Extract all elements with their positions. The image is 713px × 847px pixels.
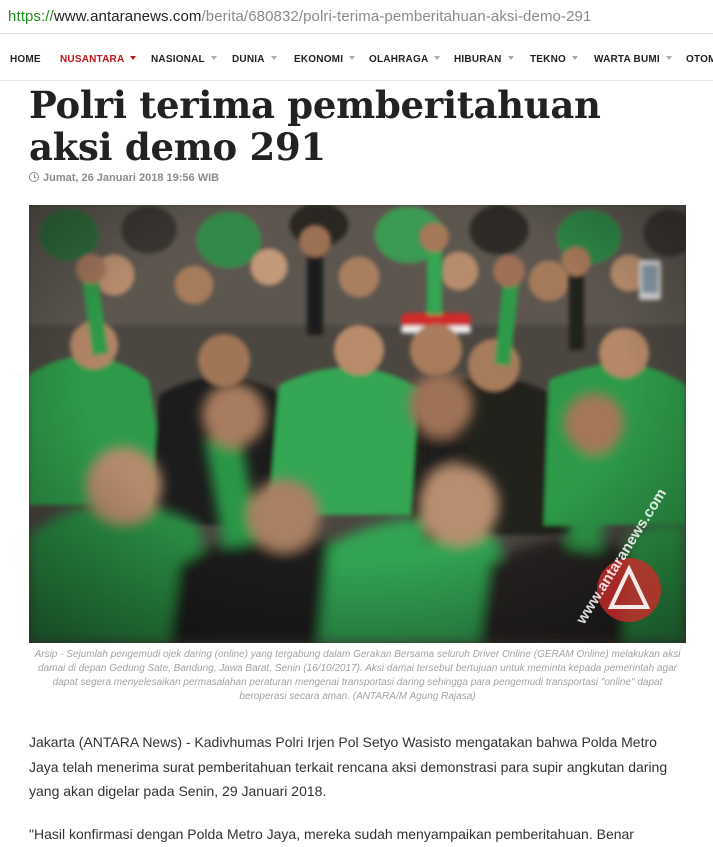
caret-down-icon: [349, 56, 356, 61]
caret-down-icon: [507, 56, 514, 61]
nav-item-warta-bumi[interactable]: WARTA BUMI: [594, 54, 672, 65]
caret-down-icon: [130, 56, 137, 61]
nav-label: NUSANTARA: [60, 54, 125, 65]
nav-item-hiburan[interactable]: HIBURAN: [454, 54, 514, 65]
article-photo: www.antaranews.com: [29, 205, 686, 643]
url-path: /berita/680832/polri-terima-pemberitahua…: [201, 8, 592, 25]
main-navigation: HOME NUSANTARA NASIONAL DUNIA EKONOMI OL…: [0, 40, 713, 81]
nav-label: EKONOMI: [294, 54, 344, 65]
article-paragraph: Jakarta (ANTARA News) - Kadivhumas Polri…: [29, 734, 668, 799]
caret-down-icon: [270, 56, 277, 61]
protest-crowd-image: www.antaranews.com: [29, 205, 686, 643]
url-host: www.antaranews.com: [53, 8, 202, 25]
nav-label: HOME: [10, 54, 41, 65]
browser-address-bar[interactable]: https://www.antaranews.com/berita/680832…: [0, 0, 713, 34]
article-title: Polri terima pemberitahuan aksi demo 291: [29, 83, 601, 169]
clock-icon: [29, 172, 39, 182]
caret-down-icon: [434, 56, 441, 61]
nav-item-tekno[interactable]: TEKNO: [530, 54, 578, 65]
nav-item-dunia[interactable]: DUNIA: [232, 54, 277, 65]
article-date-text: Jumat, 26 Januari 2018 19:56 WIB: [43, 172, 220, 184]
nav-item-nasional[interactable]: NASIONAL: [151, 54, 217, 65]
nav-item-home[interactable]: HOME: [10, 54, 41, 65]
nav-label: OLAHRAGA: [369, 54, 429, 65]
nav-label: WARTA BUMI: [594, 54, 660, 65]
nav-label: HIBURAN: [454, 54, 502, 65]
photo-caption: Arsip - Sejumlah pengemudi ojek daring (…: [34, 649, 681, 702]
article-paragraph: "Hasil konfirmasi dengan Polda Metro Jay…: [29, 826, 634, 842]
nav-item-olahraga[interactable]: OLAHRAGA: [369, 54, 441, 65]
nav-item-otomotif[interactable]: OTOM: [686, 54, 713, 65]
caret-down-icon: [665, 56, 672, 61]
caret-down-icon: [572, 56, 578, 61]
url-text[interactable]: https://www.antaranews.com/berita/680832…: [8, 8, 591, 25]
nav-item-ekonomi[interactable]: EKONOMI: [294, 54, 356, 65]
url-scheme: https://: [8, 8, 54, 25]
nav-label: NASIONAL: [151, 54, 205, 65]
nav-label: OTOM: [686, 54, 713, 65]
nav-label: DUNIA: [232, 54, 265, 65]
nav-label: TEKNO: [530, 54, 566, 65]
nav-item-nusantara[interactable]: NUSANTARA: [60, 54, 137, 65]
article-date: Jumat, 26 Januari 2018 19:56 WIB: [29, 172, 219, 184]
caret-down-icon: [210, 56, 217, 61]
